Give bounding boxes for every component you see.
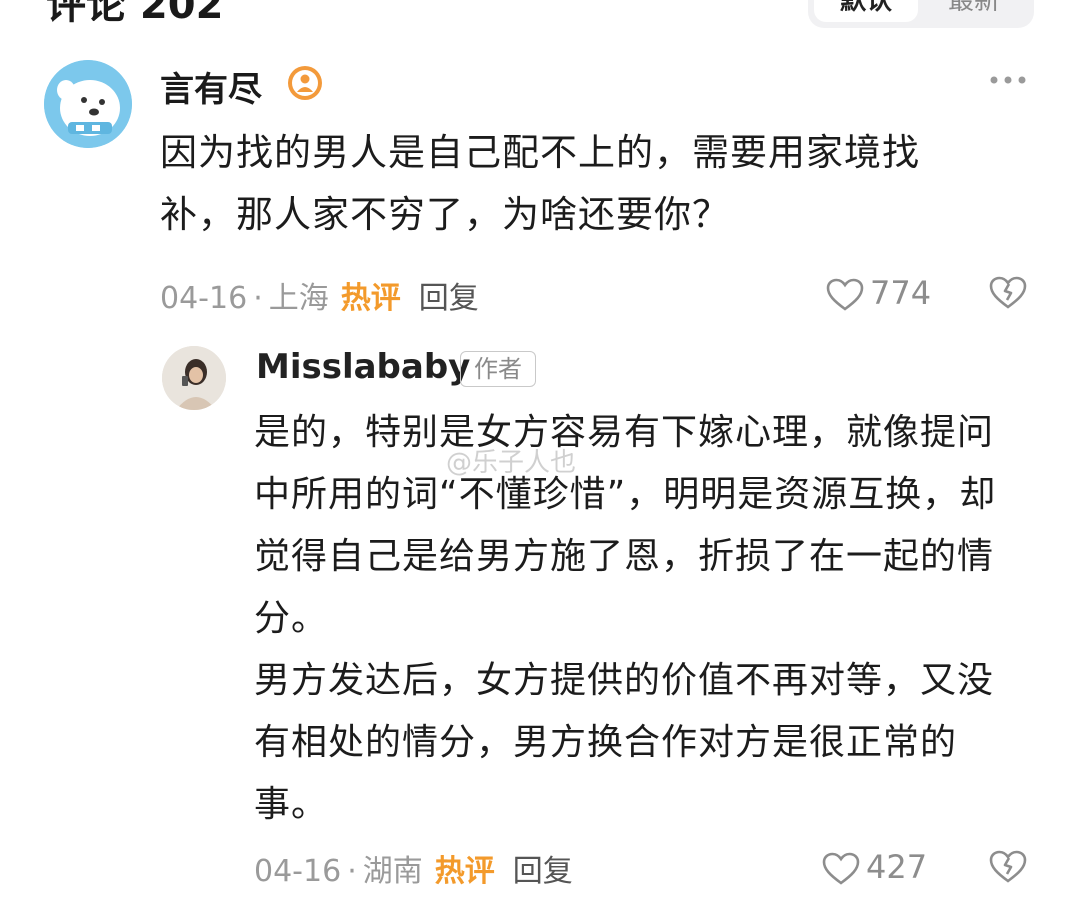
sort-default-button[interactable]: 默认: [814, 0, 918, 22]
sort-latest-button[interactable]: 最新: [922, 0, 1026, 22]
reply-line: 是的，特别是女方容易有下嫁心理，就像提问: [254, 412, 995, 453]
dislike-icon[interactable]: [988, 848, 1028, 888]
meta-separator: ·: [253, 281, 263, 316]
vip-badge-icon: [288, 66, 322, 100]
avatar[interactable]: [44, 60, 132, 148]
dislike-icon[interactable]: [988, 274, 1028, 314]
comment-text: 因为找的男人是自己配不上的，需要用家境找 补，那人家不穷了，为啥还要你？: [160, 122, 1010, 246]
sort-toggle: 默认 最新: [808, 0, 1034, 28]
meta-separator: ·: [347, 854, 357, 889]
like-button[interactable]: 774: [826, 274, 931, 312]
reply-username[interactable]: Misslababy: [256, 347, 470, 387]
watermark: @乐子人也: [446, 448, 577, 478]
reply-button[interactable]: 回复: [513, 854, 573, 889]
like-count: 774: [870, 274, 932, 312]
comments-title: 评论 202: [46, 0, 224, 28]
reply-line: 事。: [254, 784, 329, 825]
reply-like-button[interactable]: 427: [822, 848, 927, 886]
author-badge: 作者: [460, 351, 536, 387]
comment-location: 上海: [268, 281, 329, 316]
more-icon[interactable]: [988, 70, 1028, 90]
reply-avatar[interactable]: [162, 346, 226, 410]
comment-date: 04-16: [160, 281, 248, 316]
reply-line: 中所用的词“不懂珍惜”，明明是资源互换，却: [254, 474, 997, 515]
reply-line: 有相处的情分，男方换合作对方是很正常的: [254, 722, 958, 763]
reply-like-count: 427: [866, 848, 928, 886]
comment-line: 因为找的男人是自己配不上的，需要用家境找: [160, 131, 920, 174]
heart-icon: [826, 278, 864, 311]
reply-line: 分。: [254, 598, 329, 639]
heart-icon: [822, 852, 860, 885]
reply-text: 是的，特别是女方容易有下嫁心理，就像提问 中所用的词“不懂珍惜”，明明是资源互换…: [254, 402, 1044, 836]
comment-meta: 04-16 · 上海 热评 回复: [160, 273, 479, 317]
reply-line: 觉得自己是给男方施了恩，折损了在一起的情: [254, 536, 995, 577]
username[interactable]: 言有尽: [160, 62, 262, 111]
comment-line: 补，那人家不穷了，为啥还要你？: [160, 193, 730, 236]
reply-location: 湖南: [362, 854, 423, 889]
reply-line: 男方发达后，女方提供的价值不再对等，又没: [254, 660, 995, 701]
hot-comment-label: 热评: [434, 854, 495, 889]
reply-meta: 04-16 · 湖南 热评 回复: [254, 846, 573, 890]
reply-date: 04-16: [254, 854, 342, 889]
hot-comment-label: 热评: [340, 281, 401, 316]
reply-button[interactable]: 回复: [419, 281, 479, 316]
